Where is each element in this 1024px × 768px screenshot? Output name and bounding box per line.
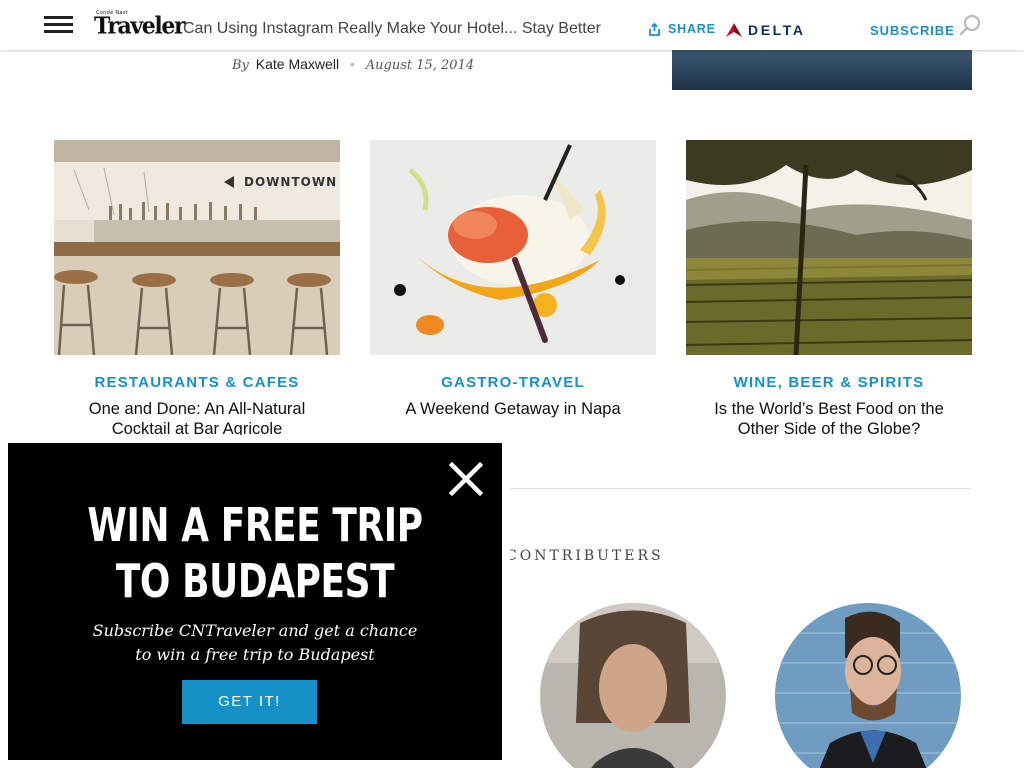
delta-logo-icon xyxy=(726,23,742,37)
delta-sponsor-logo[interactable]: DELTA xyxy=(726,22,806,38)
byline-by: By xyxy=(232,58,249,73)
promo-headline-line2: TO BUDAPEST xyxy=(115,554,395,608)
article-byline: By Kate Maxwell • August 15, 2014 xyxy=(232,56,474,73)
share-icon xyxy=(649,22,660,36)
story-card[interactable]: DOWNTOWN RESTAURANTS & CAFES One and Don… xyxy=(54,140,340,439)
vineyard-image[interactable] xyxy=(686,140,972,355)
site-header: Condé Nast Traveler Can Using Instagram … xyxy=(0,0,1024,50)
article-hero-image xyxy=(672,46,972,90)
card-category[interactable]: RESTAURANTS & CAFES xyxy=(54,374,340,391)
promo-subtext-line2: to win a free trip to Budapest xyxy=(135,645,375,664)
promo-modal: WIN A FREE TRIP TO BUDAPEST Subscribe CN… xyxy=(0,435,510,768)
story-card[interactable]: WINE, BEER & SPIRITS Is the World’s Best… xyxy=(686,140,972,439)
byline-date: August 15, 2014 xyxy=(365,58,475,73)
promo-headline: WIN A FREE TRIP TO BUDAPEST xyxy=(62,497,447,609)
byline-separator: • xyxy=(349,56,355,72)
promo-modal-panel: WIN A FREE TRIP TO BUDAPEST Subscribe CN… xyxy=(8,443,502,760)
contributor-avatar[interactable] xyxy=(775,603,961,768)
search-icon[interactable] xyxy=(958,13,982,37)
subscribe-link[interactable]: SUBSCRIBE xyxy=(870,23,955,38)
gastro-dish-image[interactable] xyxy=(370,140,656,355)
card-title[interactable]: One and Done: An All-Natural Cocktail at… xyxy=(54,399,340,439)
share-button[interactable]: SHARE xyxy=(648,22,716,36)
card-category[interactable]: GASTRO-TRAVEL xyxy=(370,374,656,391)
card-title[interactable]: Is the World’s Best Food on the Other Si… xyxy=(686,399,972,439)
downtown-sign: DOWNTOWN xyxy=(244,175,337,189)
header-article-title: Can Using Instagram Really Make Your Hot… xyxy=(183,20,601,37)
hamburger-icon[interactable] xyxy=(44,16,74,34)
delta-wordmark: DELTA xyxy=(748,22,806,38)
contributor-avatar[interactable] xyxy=(540,603,726,768)
card-category[interactable]: WINE, BEER & SPIRITS xyxy=(686,374,972,391)
close-icon[interactable] xyxy=(448,461,484,497)
contributors-heading: CONTRIBUTERS xyxy=(506,548,664,564)
promo-subtext-line1: Subscribe CNTraveler and get a chance xyxy=(92,621,418,640)
section-divider xyxy=(508,488,971,489)
share-label: SHARE xyxy=(668,22,716,36)
story-card[interactable]: GASTRO-TRAVEL A Weekend Getaway in Napa xyxy=(370,140,656,419)
site-logo[interactable]: Condé Nast Traveler xyxy=(94,10,186,40)
byline-author[interactable]: Kate Maxwell xyxy=(256,56,339,72)
card-title[interactable]: A Weekend Getaway in Napa xyxy=(370,399,656,419)
bar-interior-image[interactable]: DOWNTOWN xyxy=(54,140,340,355)
get-it-button[interactable]: GET IT! xyxy=(182,680,317,724)
promo-subtext: Subscribe CNTraveler and get a chance to… xyxy=(8,619,502,667)
promo-headline-line1: WIN A FREE TRIP xyxy=(87,498,423,552)
logo-main-text: Traveler xyxy=(94,12,186,40)
